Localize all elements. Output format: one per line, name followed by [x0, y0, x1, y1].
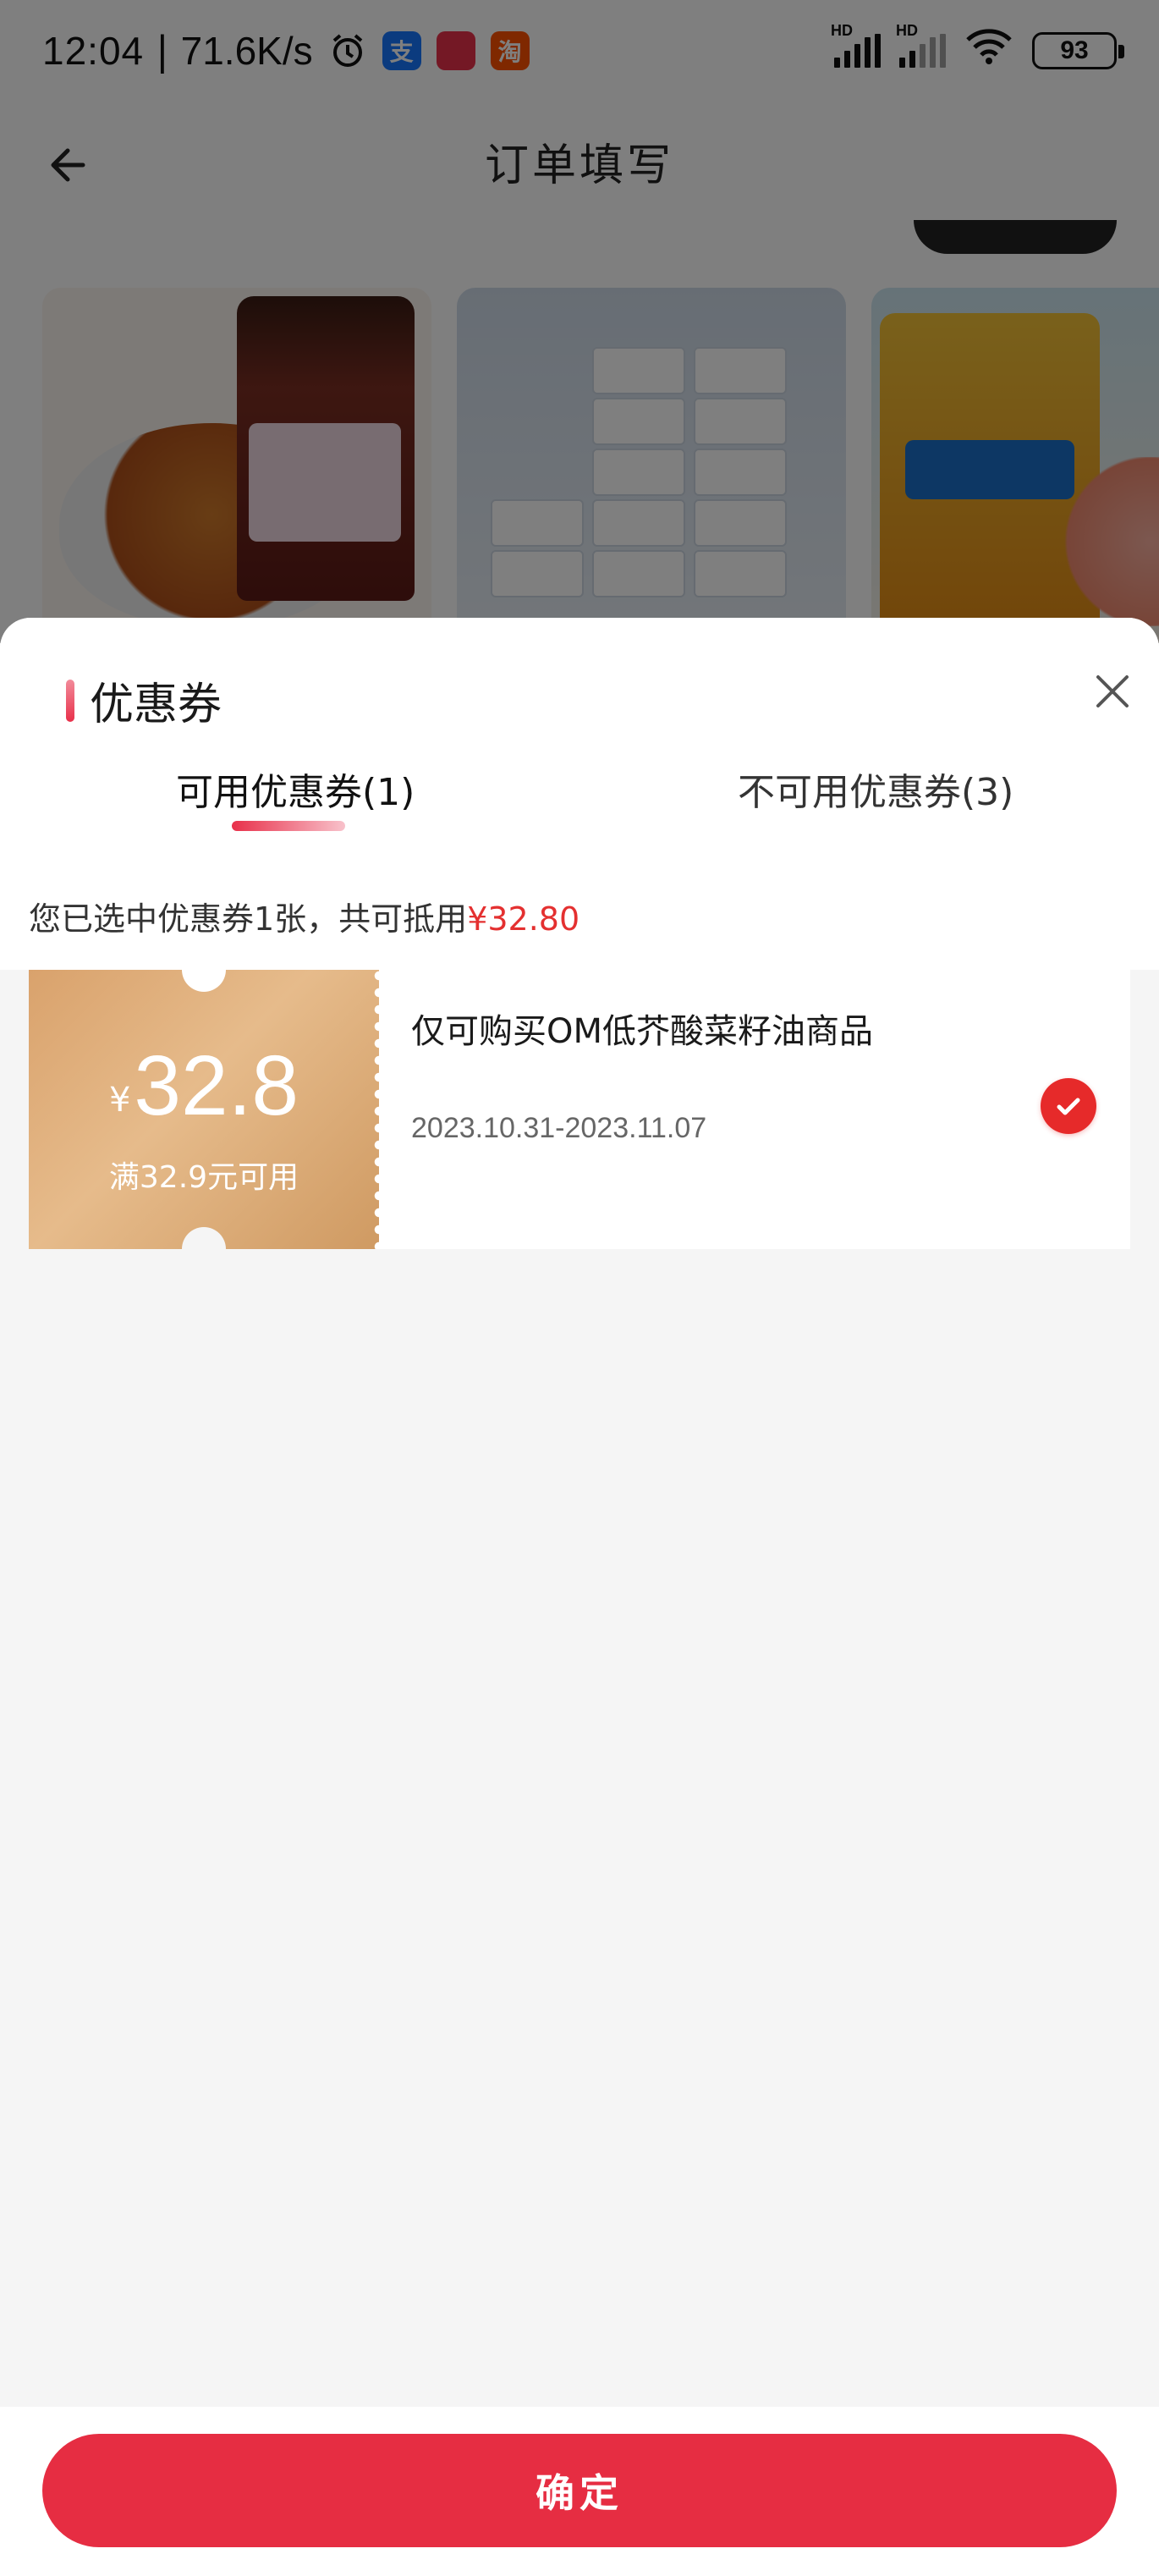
active-tab-indicator	[232, 821, 345, 831]
coupon-value-panel: ¥32.8 满32.9元可用	[29, 948, 385, 1271]
coupon-card[interactable]: ¥32.8 满32.9元可用 仅可购买OM低芥酸菜籽油商品 2023.10.31…	[29, 948, 1130, 1271]
summary-text: 您已选中优惠券1张，共可抵用	[29, 900, 468, 938]
tab-available-coupons[interactable]: 可用优惠券(1)	[176, 762, 415, 816]
tab-unavailable-coupons[interactable]: 不可用优惠券(3)	[738, 762, 1013, 816]
confirm-button[interactable]: 确定	[42, 2434, 1117, 2547]
checkmark-selected-icon[interactable]	[1041, 1078, 1096, 1134]
sheet-header: 优惠券 可用优惠券(1) 不可用优惠券(3) 您已选中优惠券1张，共可抵用¥32…	[0, 618, 1159, 970]
sheet-title: 优惠券	[90, 680, 222, 730]
coupon-price: ¥32.8	[29, 1038, 379, 1135]
footer-bar: 确定	[0, 2407, 1159, 2576]
modal-overlay[interactable]	[0, 0, 1159, 643]
selection-summary: 您已选中优惠券1张，共可抵用¥32.80	[29, 893, 580, 939]
title-accent-bar	[66, 679, 74, 722]
coupon-validity: 2023.10.31-2023.11.07	[411, 1112, 707, 1144]
coupon-amount: 32.8	[134, 1038, 299, 1133]
coupon-description: 仅可购买OM低芥酸菜籽油商品	[411, 1012, 873, 1051]
sheet-title-group: 优惠券	[66, 669, 222, 732]
coupon-condition: 满32.9元可用	[108, 1160, 299, 1195]
close-icon[interactable]	[1091, 670, 1134, 713]
summary-amount: ¥32.80	[467, 900, 580, 938]
coupon-currency: ¥	[108, 1081, 131, 1120]
coupon-sheet: 优惠券 可用优惠券(1) 不可用优惠券(3) 您已选中优惠券1张，共可抵用¥32…	[0, 618, 1159, 2576]
